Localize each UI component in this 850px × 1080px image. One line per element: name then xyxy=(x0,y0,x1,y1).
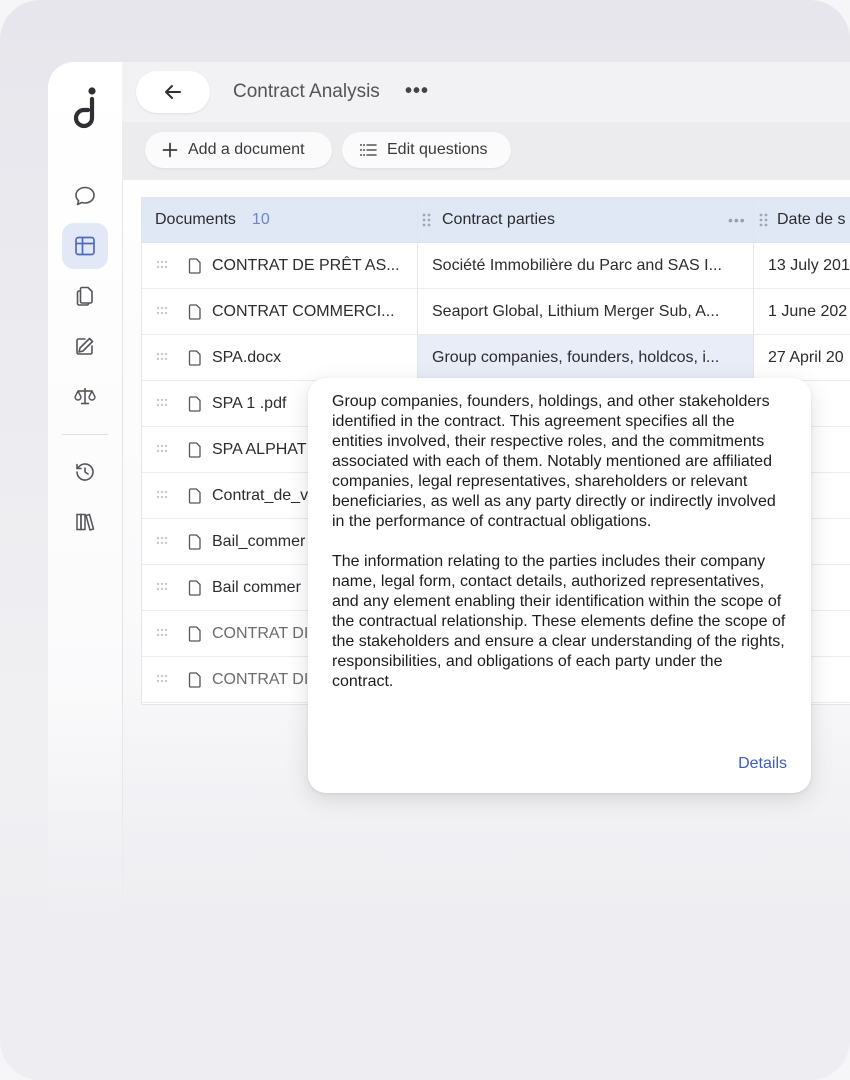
documents-count-badge: 10 xyxy=(251,211,270,228)
logo-j-icon xyxy=(73,87,96,129)
chat-bubble-icon xyxy=(75,186,95,206)
sidebar-item-documents[interactable] xyxy=(62,273,108,319)
document-name: Bail commer xyxy=(212,578,301,596)
details-link[interactable]: Details xyxy=(738,755,787,773)
sidebar-item-chat[interactable] xyxy=(62,173,108,219)
drag-handle-icon[interactable] xyxy=(156,350,172,364)
parties-cell[interactable]: Société Immobilière du Parc and SAS I... xyxy=(418,243,753,288)
parties-value: Group companies, founders, holdcos, i... xyxy=(432,348,720,366)
parties-cell[interactable]: Seaport Global, Lithium Merger Sub, A... xyxy=(418,289,753,334)
sidebar-item-library[interactable] xyxy=(62,499,108,545)
drag-handle-icon[interactable] xyxy=(156,488,172,502)
drag-handle-icon[interactable] xyxy=(759,212,769,228)
drag-handle-icon[interactable] xyxy=(156,672,172,686)
sidebar-item-legal[interactable] xyxy=(62,373,108,419)
edit-questions-label: Edit questions xyxy=(387,141,488,158)
document-cell[interactable]: CONTRAT COMMERCI... xyxy=(188,289,413,334)
column-parties-label: Contract parties xyxy=(442,211,555,228)
table-row[interactable]: SPA.docx Group companies, founders, holdc… xyxy=(142,335,850,381)
sidebar-item-table[interactable] xyxy=(62,223,108,269)
date-cell[interactable]: 13 July 201 xyxy=(768,243,850,288)
column-header-parties[interactable]: Contract parties xyxy=(422,198,555,242)
drag-handle-icon[interactable] xyxy=(156,626,172,640)
popover-paragraph-1: Group companies, founders, holdings, and… xyxy=(332,393,776,530)
file-icon xyxy=(188,533,201,550)
drag-handle-icon[interactable] xyxy=(156,304,172,318)
edit-questions-button[interactable]: Edit questions xyxy=(342,132,511,168)
file-icon xyxy=(188,671,201,688)
sidebar-item-history[interactable] xyxy=(62,449,108,495)
document-name: CONTRAT COMMERCI... xyxy=(212,302,395,320)
file-icon xyxy=(188,487,201,504)
file-icon xyxy=(188,303,201,320)
table-row[interactable]: CONTRAT DE PRÊT AS... Société Immobilière… xyxy=(142,243,850,289)
date-cell[interactable]: 1 June 202 xyxy=(768,289,850,334)
document-cell[interactable]: SPA.docx xyxy=(188,335,413,380)
document-name: CONTRAT DI xyxy=(212,624,309,642)
table-row[interactable]: CONTRAT COMMERCI... Seaport Global, Lithi… xyxy=(142,289,850,335)
parties-value: Société Immobilière du Parc and SAS I... xyxy=(432,256,722,274)
top-bar: Contract Analysis ••• xyxy=(122,62,850,122)
more-options-icon[interactable]: ••• xyxy=(405,80,429,103)
document-cell[interactable]: CONTRAT DE PRÊT AS... xyxy=(188,243,413,288)
history-clock-icon xyxy=(76,463,94,481)
drag-handle-icon[interactable] xyxy=(156,396,172,410)
file-icon xyxy=(188,579,201,596)
sidebar-item-edit[interactable] xyxy=(62,323,108,369)
column-documents-label: Documents xyxy=(155,211,236,228)
plus-icon xyxy=(162,142,178,158)
drag-handle-icon[interactable] xyxy=(156,258,172,272)
document-name: SPA.docx xyxy=(212,348,282,366)
table-header: Documents 10 Contract parties ••• Date d… xyxy=(142,198,850,243)
add-document-button[interactable]: Add a document xyxy=(145,132,332,168)
date-value: 13 July 201 xyxy=(768,256,850,274)
drag-handle-icon[interactable] xyxy=(422,212,432,228)
app-frame: Contract Analysis ••• Add a document Edi… xyxy=(0,0,850,1080)
parties-value: Seaport Global, Lithium Merger Sub, A... xyxy=(432,302,720,320)
list-icon xyxy=(360,144,377,156)
document-name: CONTRAT DE PRÊT AS... xyxy=(212,256,400,274)
document-name: SPA 1 .pdf xyxy=(212,394,287,412)
date-value: 1 June 202 xyxy=(768,302,848,320)
page-title: Contract Analysis xyxy=(233,81,380,102)
library-books-icon xyxy=(76,513,95,531)
add-document-label: Add a document xyxy=(188,141,305,158)
sidebar-divider xyxy=(62,434,108,435)
back-button[interactable] xyxy=(136,71,210,113)
drag-handle-icon[interactable] xyxy=(156,442,172,456)
file-icon xyxy=(188,625,201,642)
file-icon xyxy=(188,349,201,366)
document-name: Bail_commer xyxy=(212,532,306,550)
column-date-label: Date de s xyxy=(777,211,846,228)
column-header-documents[interactable]: Documents 10 xyxy=(155,198,270,242)
file-icon xyxy=(188,395,201,412)
document-name: SPA ALPHAT xyxy=(212,440,307,458)
drag-handle-icon[interactable] xyxy=(156,534,172,548)
toolbar: Add a document Edit questions xyxy=(122,122,850,180)
sidebar xyxy=(48,62,123,962)
drag-handle-icon[interactable] xyxy=(156,580,172,594)
parties-cell[interactable]: Group companies, founders, holdcos, i... xyxy=(418,335,753,380)
copy-documents-icon xyxy=(76,286,93,306)
arrow-left-icon xyxy=(165,85,181,99)
file-icon xyxy=(188,441,201,458)
date-value: 27 April 20 xyxy=(768,348,844,366)
column-header-date[interactable]: Date de s xyxy=(759,198,845,242)
column-description-popover: Group companies, founders, holdings, and… xyxy=(308,378,811,793)
document-name: CONTRAT DI xyxy=(212,670,309,688)
date-cell[interactable]: 27 April 20 xyxy=(768,335,850,380)
pencil-edit-icon xyxy=(76,337,94,355)
table-grid-icon xyxy=(75,236,95,256)
file-icon xyxy=(188,257,201,274)
scales-icon xyxy=(74,388,96,405)
popover-paragraph-2: The information relating to the parties … xyxy=(332,553,786,690)
document-name: Contrat_de_v xyxy=(212,486,309,504)
column-options-icon[interactable]: ••• xyxy=(728,198,746,242)
